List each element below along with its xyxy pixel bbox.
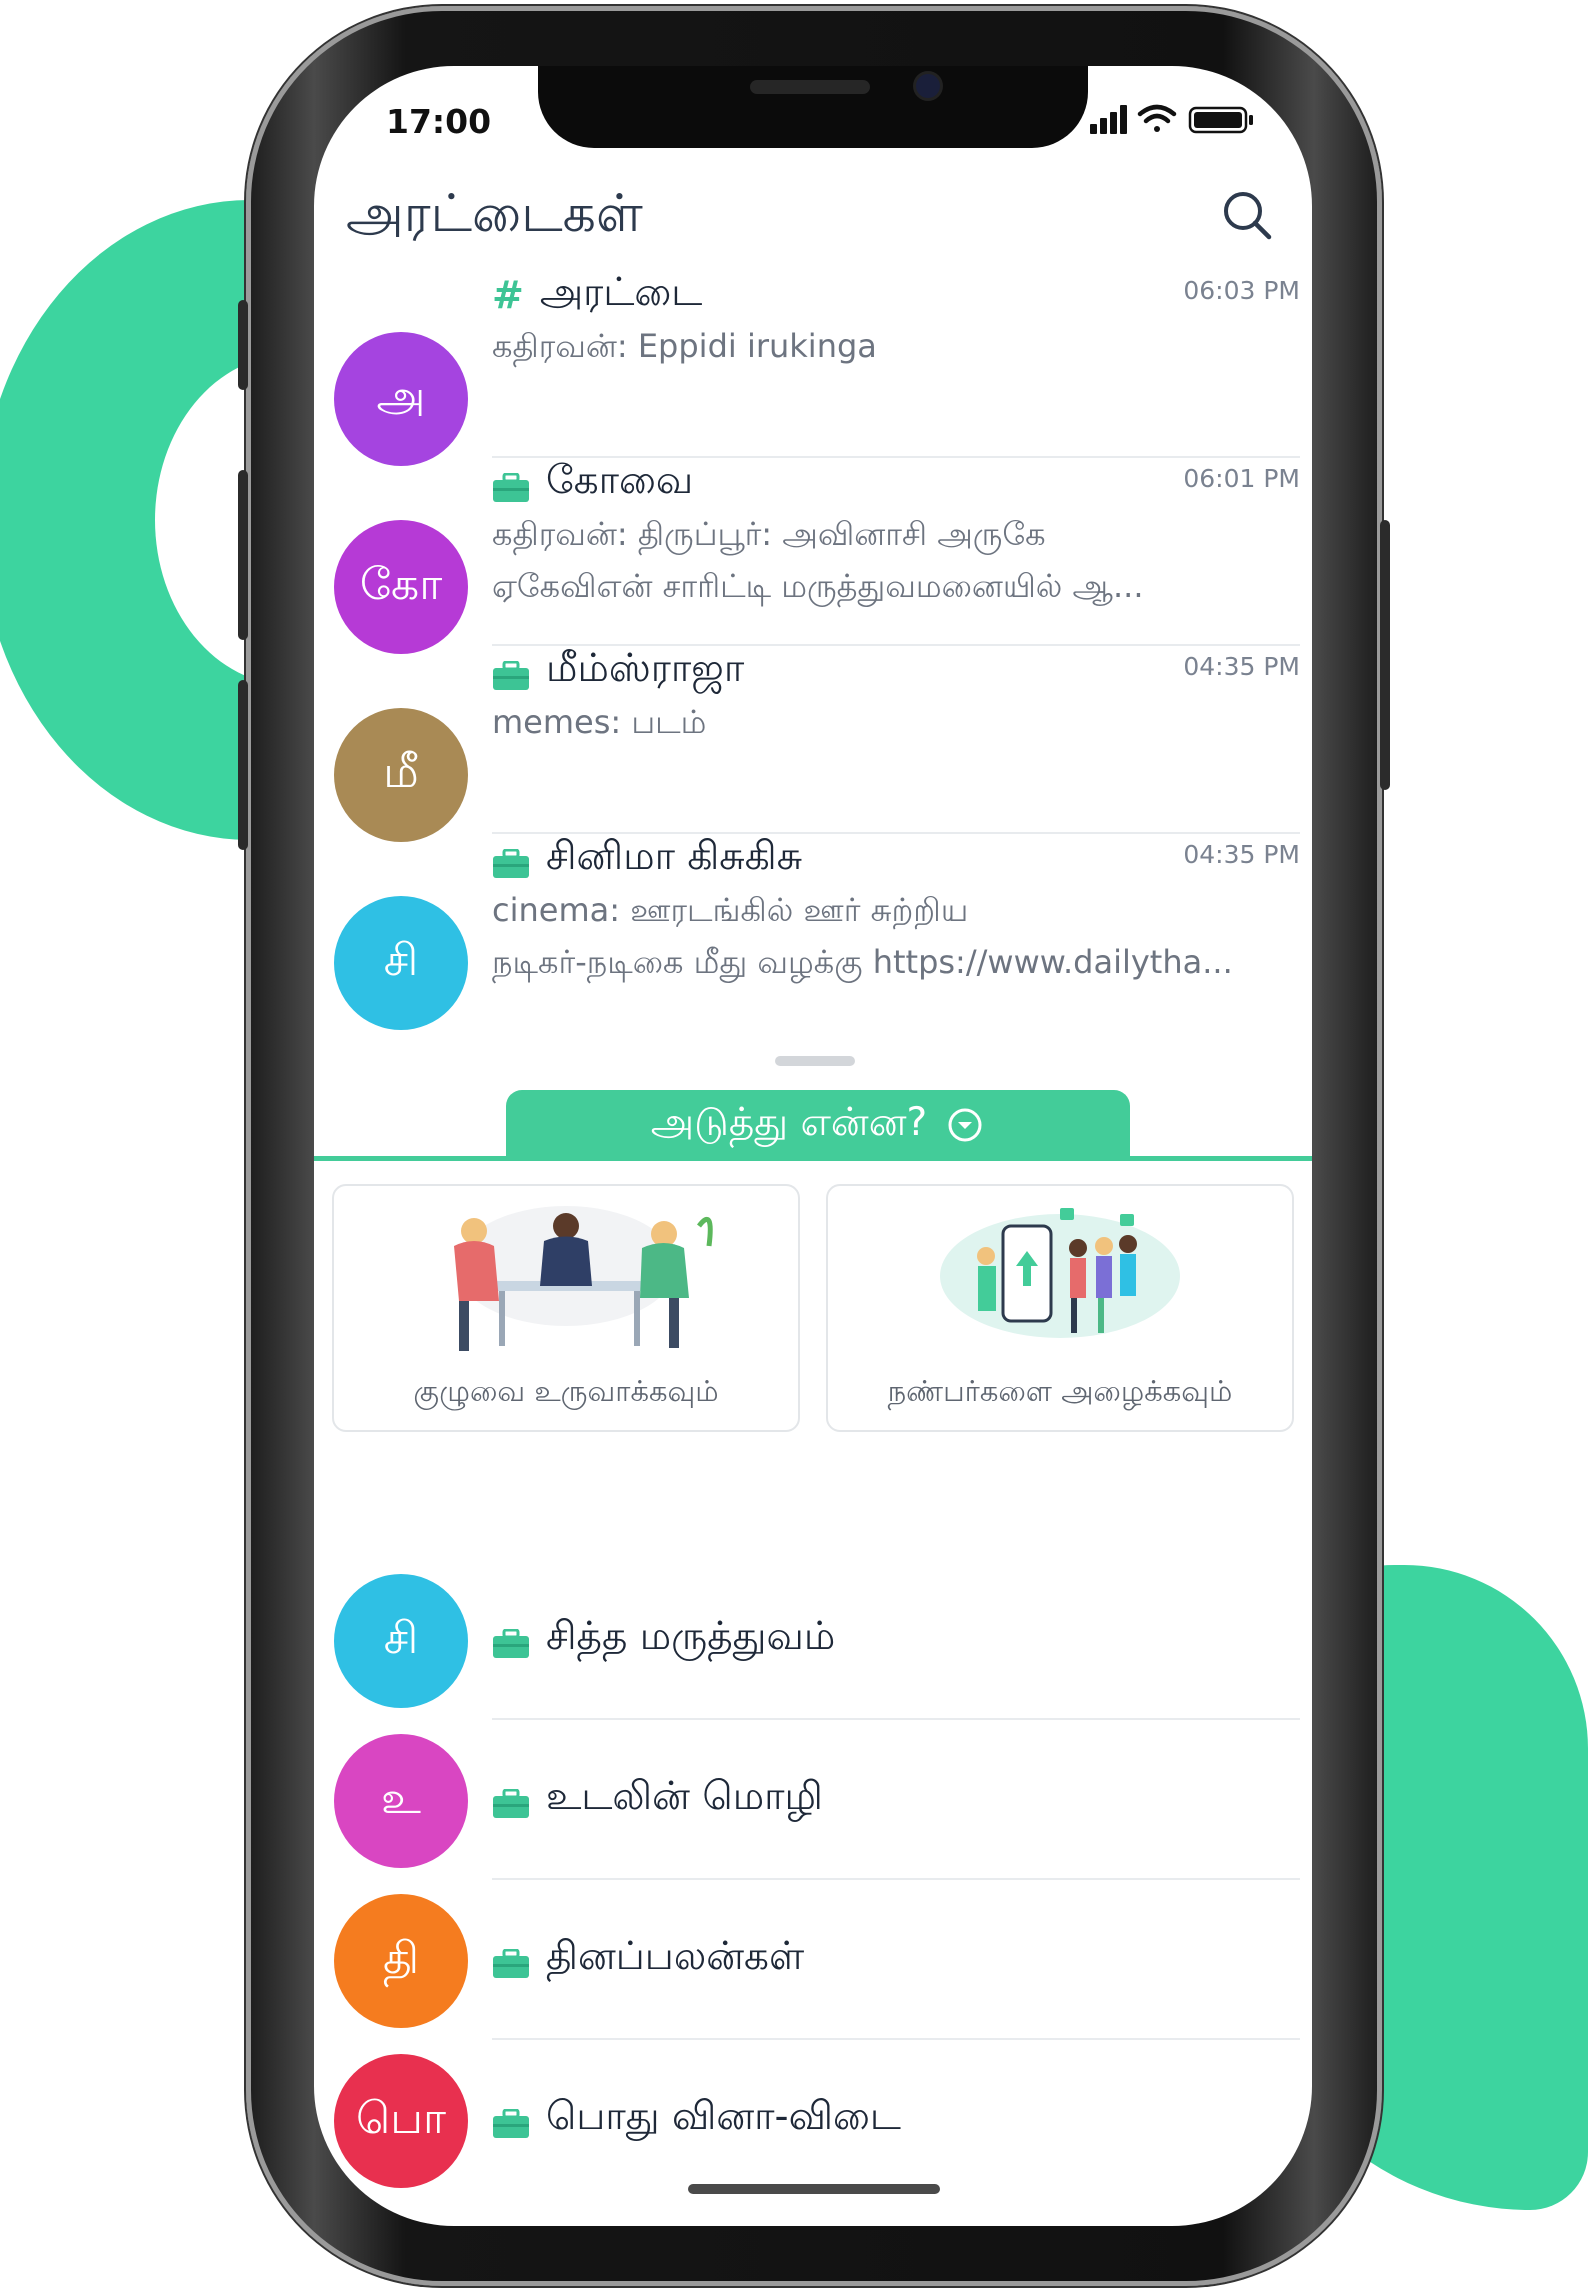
chat-preview: cinema: ஊரடங்கில் ஊர் சுற்றிய நடிகர்-நடிக… [492, 884, 1272, 988]
volume-up-button [238, 470, 248, 640]
row-divider [492, 1718, 1300, 1720]
avatar: சி [334, 1574, 468, 1708]
suggested-title-label: தினப்பலன்கள் [546, 1934, 805, 1979]
battery-icon [1188, 106, 1253, 134]
group-illustration [454, 1206, 713, 1351]
chat-title: கோவை [492, 458, 693, 508]
phone-screen: 17:00 அரட்டைகள் அ # அரட்டை 06:03 PM கதிர… [314, 66, 1312, 2226]
suggested-row[interactable]: பொ பொது வினா-விடை [314, 2046, 1312, 2196]
mute-switch [238, 300, 248, 390]
briefcase-icon [492, 1944, 530, 1978]
chat-title: சினிமா கிசுகிசு [492, 834, 802, 884]
chat-preview-line: நடிகர்-நடிகை மீது வழக்கு https://www.dai… [492, 943, 1233, 981]
briefcase-icon [492, 2104, 530, 2138]
create-group-card[interactable]: குழுவை உருவாக்கவும் [332, 1184, 800, 1432]
suggested-title: பொது வினா-விடை [492, 2094, 901, 2144]
create-group-label: குழுவை உருவாக்கவும் [413, 1374, 719, 1408]
suggested-row[interactable]: தி தினப்பலன்கள் [314, 1886, 1312, 2040]
chat-title-label: கோவை [546, 458, 694, 503]
briefcase-icon [492, 656, 530, 690]
whats-next-divider [314, 1156, 1312, 1161]
suggested-title-label: சித்த மருத்துவம் [546, 1614, 836, 1659]
power-button [1380, 520, 1390, 790]
chat-preview-line: கதிரவன்: Eppidi irukinga [492, 327, 877, 365]
volume-down-button [238, 680, 248, 850]
chat-row[interactable]: அ # அரட்டை 06:03 PM கதிரவன்: Eppidi irukinga [314, 270, 1312, 466]
status-icons [1090, 102, 1260, 136]
home-indicator[interactable] [688, 2184, 940, 2194]
chat-preview-line: கதிரவன்: திருப்பூர்: அவினாசி அருகே [492, 515, 1046, 553]
speaker [750, 80, 870, 94]
chat-title: # அரட்டை [492, 270, 702, 320]
briefcase-icon [492, 1624, 530, 1658]
page-title: அரட்டைகள் [346, 184, 643, 244]
chat-preview: memes: படம் [492, 696, 1272, 748]
suggested-title-label: பொது வினா-விடை [546, 2094, 901, 2139]
invite-friends-card[interactable]: நண்பர்களை அழைக்கவும் [826, 1184, 1294, 1432]
suggested-title: சித்த மருத்துவம் [492, 1614, 835, 1664]
briefcase-icon [492, 1784, 530, 1818]
invite-friends-label: நண்பர்களை அழைக்கவும் [887, 1374, 1233, 1408]
chat-time: 04:35 PM [1183, 840, 1300, 869]
status-icons-svg [1090, 104, 1253, 134]
avatar: சி [334, 896, 468, 1030]
row-divider [492, 2038, 1300, 2040]
chat-preview-line: ஏகேவிஎன் சாரிட்டி மருத்துவமனையில் ஆ... [492, 567, 1144, 605]
chat-time: 04:35 PM [1183, 652, 1300, 681]
suggested-title: தினப்பலன்கள் [492, 1934, 804, 1984]
avatar: உ [334, 1734, 468, 1868]
chat-title-label: சினிமா கிசுகிசு [546, 834, 803, 879]
status-time: 17:00 [386, 102, 492, 141]
chat-row[interactable]: கோ கோவை 06:01 PM கதிரவன்: திருப்பூர்: அவினா… [314, 458, 1312, 654]
drag-handle[interactable] [775, 1056, 855, 1066]
avatar: அ [334, 332, 468, 466]
front-camera [916, 74, 940, 98]
wifi-icon [1137, 104, 1177, 132]
chat-preview-line: cinema: ஊரடங்கில் ஊர் சுற்றிய [492, 891, 969, 929]
search-icon[interactable] [1220, 188, 1274, 242]
suggested-row[interactable]: உ உடலின் மொழி [314, 1726, 1312, 1880]
hash-icon: # [492, 273, 524, 317]
whats-next-tab[interactable]: அடுத்து என்ன? [506, 1090, 1130, 1160]
chat-time: 06:03 PM [1183, 276, 1300, 305]
signal-icon [1090, 105, 1127, 134]
chat-preview-line: memes: படம் [492, 703, 707, 741]
chat-title: மீம்ஸ்ராஜா [492, 646, 744, 696]
briefcase-icon [492, 468, 530, 502]
chat-preview: கதிரவன்: Eppidi irukinga [492, 320, 1272, 372]
suggested-title-label: உடலின் மொழி [546, 1774, 823, 1819]
whats-next-label: அடுத்து என்ன? [650, 1100, 928, 1145]
chat-time: 06:01 PM [1183, 464, 1300, 493]
suggested-title: உடலின் மொழி [492, 1774, 823, 1824]
avatar: தி [334, 1894, 468, 2028]
invite-illustration [940, 1208, 1180, 1338]
chevron-down-circle-icon [948, 1108, 982, 1142]
avatar: பொ [334, 2054, 468, 2188]
chat-row[interactable]: மீ மீம்ஸ்ராஜா 04:35 PM memes: படம் [314, 646, 1312, 842]
suggested-row[interactable]: சி சித்த மருத்துவம் [314, 1566, 1312, 1720]
avatar: கோ [334, 520, 468, 654]
notch [538, 66, 1088, 148]
briefcase-icon [492, 844, 530, 878]
chat-title-label: மீம்ஸ்ராஜா [546, 646, 745, 691]
chat-row[interactable]: சி சினிமா கிசுகிசு 04:35 PM cinema: ஊரடங்கி… [314, 834, 1312, 1030]
row-divider [492, 1878, 1300, 1880]
chat-preview: கதிரவன்: திருப்பூர்: அவினாசி அருகே ஏகேவிஎ… [492, 508, 1272, 612]
chat-title-label: அரட்டை [539, 270, 703, 315]
avatar: மீ [334, 708, 468, 842]
